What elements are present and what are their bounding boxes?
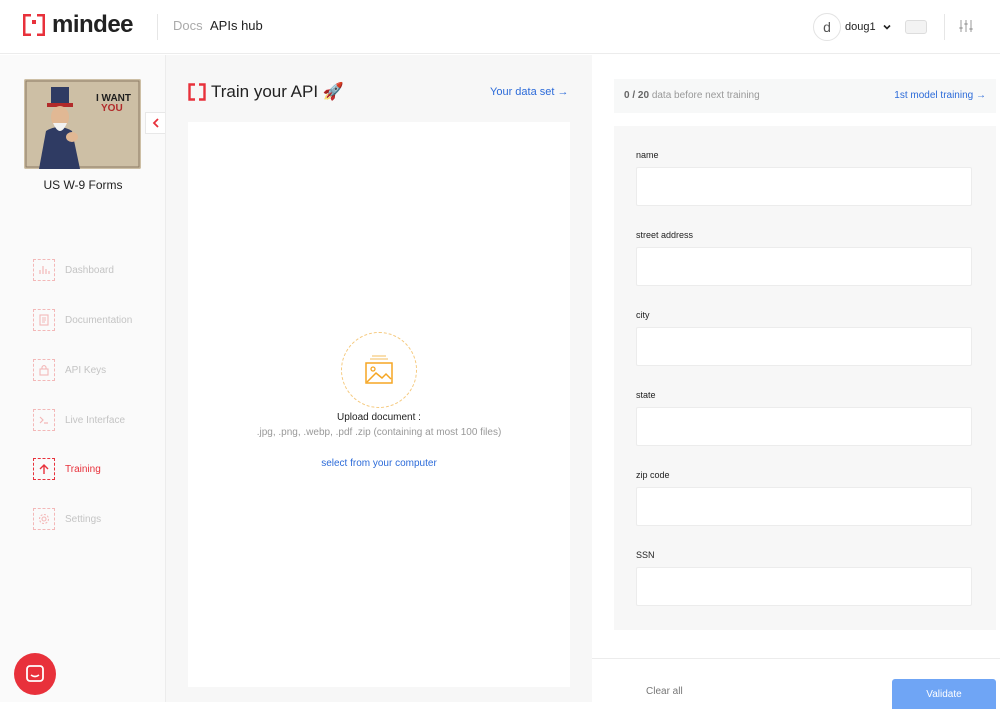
uncle-sam-poster-image: I WANT YOU (24, 79, 141, 169)
clear-all-button[interactable]: Clear all (646, 686, 683, 697)
annotation-panel: 0 / 20 data before next training 1st mod… (592, 55, 1000, 709)
train-panel: Train your API 🚀 Your data set → Upload … (166, 55, 592, 702)
your-data-set-link[interactable]: Your data set → (490, 86, 568, 98)
name-field[interactable] (636, 167, 972, 206)
first-model-training-link[interactable]: 1st model training → (894, 90, 986, 101)
collapse-sidebar-button[interactable] (145, 112, 165, 134)
sidebar-item-label: API Keys (65, 364, 107, 376)
nav-apis-hub-link[interactable]: APIs hub (210, 18, 263, 33)
user-menu[interactable]: d doug1 (813, 13, 892, 41)
sidebar: I WANT YOU US W-9 Forms Dashboard Docume… (0, 55, 166, 702)
sidebar-item-dashboard[interactable]: Dashboard (33, 259, 114, 281)
chevron-left-icon (152, 118, 159, 128)
logo-text: mindee (52, 11, 134, 38)
sidebar-item-live-interface[interactable]: Live Interface (33, 409, 125, 431)
username[interactable]: doug1 (845, 21, 876, 33)
sidebar-item-settings[interactable]: Settings (33, 508, 101, 530)
city-field[interactable] (636, 327, 972, 366)
select-from-computer-link[interactable]: select from your computer (188, 458, 570, 469)
validate-button[interactable]: Validate (892, 679, 996, 709)
chevron-down-icon[interactable] (882, 22, 892, 32)
page-title: Train your API 🚀 (211, 82, 344, 101)
fields-form: name street address city state zip code … (614, 126, 996, 630)
chat-support-button[interactable] (14, 653, 56, 695)
upload-title: Upload document : (337, 412, 421, 423)
project-name: US W-9 Forms (43, 178, 123, 192)
zip-code-field[interactable] (636, 487, 972, 526)
lock-icon (33, 359, 55, 381)
sidebar-item-label: Documentation (65, 314, 133, 326)
divider (157, 14, 158, 40)
field-label-ssn: SSN (636, 550, 655, 560)
upload-image-button[interactable] (341, 332, 417, 408)
train-title: Train your API 🚀 (188, 82, 344, 102)
dashboard-icon (33, 259, 55, 281)
field-label-city: city (636, 310, 650, 320)
documentation-icon (33, 309, 55, 331)
training-count: 0 / 20 (624, 90, 650, 101)
avatar[interactable]: d (813, 13, 841, 41)
sliders-icon[interactable] (958, 18, 974, 34)
ssn-field[interactable] (636, 567, 972, 606)
sidebar-item-label: Settings (65, 513, 102, 525)
sidebar-item-label: Live Interface (65, 414, 126, 426)
divider (592, 658, 1000, 659)
nav-docs-link[interactable]: Docs (173, 18, 203, 33)
top-bar: mindee Docs APIs hub d doug1 (0, 0, 1000, 54)
training-status-bar: 0 / 20 data before next training 1st mod… (614, 79, 996, 113)
project-image: I WANT YOU (24, 79, 141, 169)
gear-icon (33, 508, 55, 530)
upload-arrow-icon (33, 458, 55, 480)
svg-text:YOU: YOU (101, 103, 123, 114)
divider (944, 14, 945, 40)
mindee-logo[interactable]: mindee (23, 11, 134, 38)
sidebar-item-api-keys[interactable]: API Keys (33, 359, 106, 381)
chat-icon (26, 665, 44, 682)
field-label-street-address: street address (636, 230, 694, 240)
live-interface-icon (33, 409, 55, 431)
field-label-state: state (636, 390, 656, 400)
state-field[interactable] (636, 407, 972, 446)
field-label-zip-code: zip code (636, 470, 670, 480)
sidebar-item-label: Training (65, 463, 101, 475)
sidebar-item-training[interactable]: Training (33, 458, 101, 480)
image-icon (365, 355, 393, 384)
mindee-bracket-icon (188, 83, 206, 101)
sidebar-item-documentation[interactable]: Documentation (33, 309, 132, 331)
upload-dropzone[interactable]: Upload document : .jpg, .png, .webp, .pd… (188, 122, 570, 687)
training-status-text: 0 / 20 data before next training (624, 90, 760, 101)
training-status-label: data before next training (651, 90, 760, 101)
mindee-logo-icon (23, 14, 45, 36)
field-label-name: name (636, 150, 659, 160)
keyboard-icon[interactable] (905, 20, 927, 34)
upload-hint: .jpg, .png, .webp, .pdf .zip (containing… (256, 427, 502, 438)
sidebar-item-label: Dashboard (65, 264, 114, 276)
street-address-field[interactable] (636, 247, 972, 286)
